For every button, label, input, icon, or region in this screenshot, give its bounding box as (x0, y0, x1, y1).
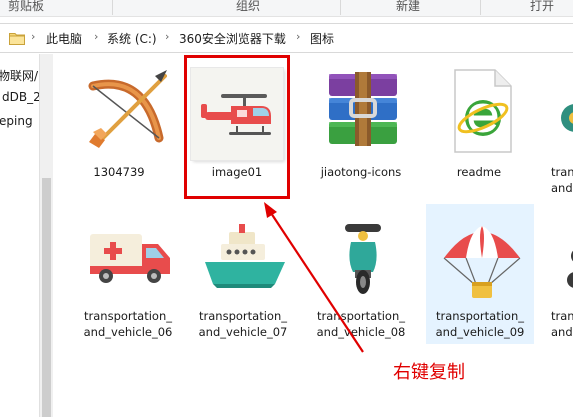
file-item-transportation-06[interactable]: transportation_ and_vehicle_06 (74, 200, 182, 340)
file-item-1304739[interactable]: 1304739 (65, 54, 173, 194)
file-name-line2: and_vehicle_06 (83, 325, 173, 339)
folder-icon (9, 33, 25, 45)
annotation-label: 右键复制 (393, 362, 465, 383)
file-view: 1304739 image01 jiaotong-icons readme tr… (54, 54, 573, 417)
partial-transport-icon (561, 104, 573, 132)
breadcrumb-chevron-icon[interactable]: › (94, 30, 98, 43)
file-item-readme[interactable]: readme (425, 54, 533, 194)
file-name: jiaotong-icons (320, 165, 402, 179)
bow-arrow-icon (88, 70, 167, 148)
ribbon-divider (480, 0, 481, 15)
breadcrumb-chevron-icon[interactable]: › (296, 30, 300, 43)
ribbon-group-bar: 剪贴板 组织 新建 打开 (0, 0, 573, 17)
address-bar[interactable]: › 此电脑 › 系统 (C:) › 360安全浏览器下载 › 图标 (0, 23, 573, 53)
ribbon-group-new[interactable]: 新建 (396, 0, 420, 13)
nav-item[interactable]: 物联网/ (0, 67, 38, 84)
nav-scrollbar-thumb[interactable] (42, 178, 51, 417)
ribbon-group-clipboard[interactable]: 剪贴板 (8, 0, 44, 13)
breadcrumb-chevron-icon[interactable]: › (31, 30, 35, 43)
nav-item[interactable]: dDB_2 (2, 90, 39, 104)
ambulance-icon (90, 234, 170, 283)
ribbon-divider (340, 0, 341, 15)
ie-document-icon (454, 69, 512, 153)
ribbon-group-open[interactable]: 打开 (530, 0, 554, 13)
winrar-archive-icon (329, 72, 397, 146)
navigation-pane: 物联网/ dDB_2 eping (0, 54, 39, 417)
file-name: readme (456, 165, 502, 179)
breadcrumb-chevron-icon[interactable]: › (165, 30, 169, 43)
file-name-line2: and_vehicle_08 (316, 325, 406, 339)
file-name: transportation_ (436, 309, 524, 323)
file-item-transportation-07[interactable]: transportation_ and_vehicle_07 (189, 200, 297, 340)
scooter-icon (345, 224, 381, 294)
file-item-transportation-09[interactable]: transportation_ and_vehicle_09 (426, 204, 534, 344)
ship-icon (205, 224, 285, 288)
nav-item[interactable]: eping (0, 114, 33, 128)
file-name-line2: and_vehicle_07 (198, 325, 288, 339)
nav-scrollbar[interactable] (39, 54, 53, 417)
file-name: 1304739 (93, 165, 145, 179)
file-name-line2: and_vehicle_09 (435, 325, 525, 339)
breadcrumb-system-c[interactable]: 系统 (C:) (107, 30, 157, 47)
file-name-line2: and (551, 181, 573, 195)
file-name-line2: and (551, 325, 573, 339)
ribbon-divider (112, 0, 113, 15)
partial-transport-icon (567, 250, 573, 288)
ribbon-group-organize[interactable]: 组织 (236, 0, 260, 13)
file-item-partial[interactable]: tran and (543, 54, 573, 195)
file-item-transportation-08[interactable]: transportation_ and_vehicle_08 (307, 200, 415, 340)
file-name: tran (551, 309, 573, 323)
breadcrumb-downloads[interactable]: 360安全浏览器下载 (179, 30, 286, 47)
breadcrumb-this-pc[interactable]: 此电脑 (46, 30, 82, 47)
breadcrumb-icons-folder[interactable]: 图标 (310, 30, 334, 47)
file-item-partial[interactable]: tran and (543, 200, 573, 340)
file-item-jiaotong-icons[interactable]: jiaotong-icons (307, 54, 415, 194)
annotation-highlight-box (184, 55, 290, 199)
file-name: transportation_ (199, 309, 287, 323)
file-name: transportation_ (84, 309, 172, 323)
file-name: transportation_ (317, 309, 405, 323)
parachute-icon (443, 226, 521, 298)
file-name: tran (551, 165, 573, 179)
